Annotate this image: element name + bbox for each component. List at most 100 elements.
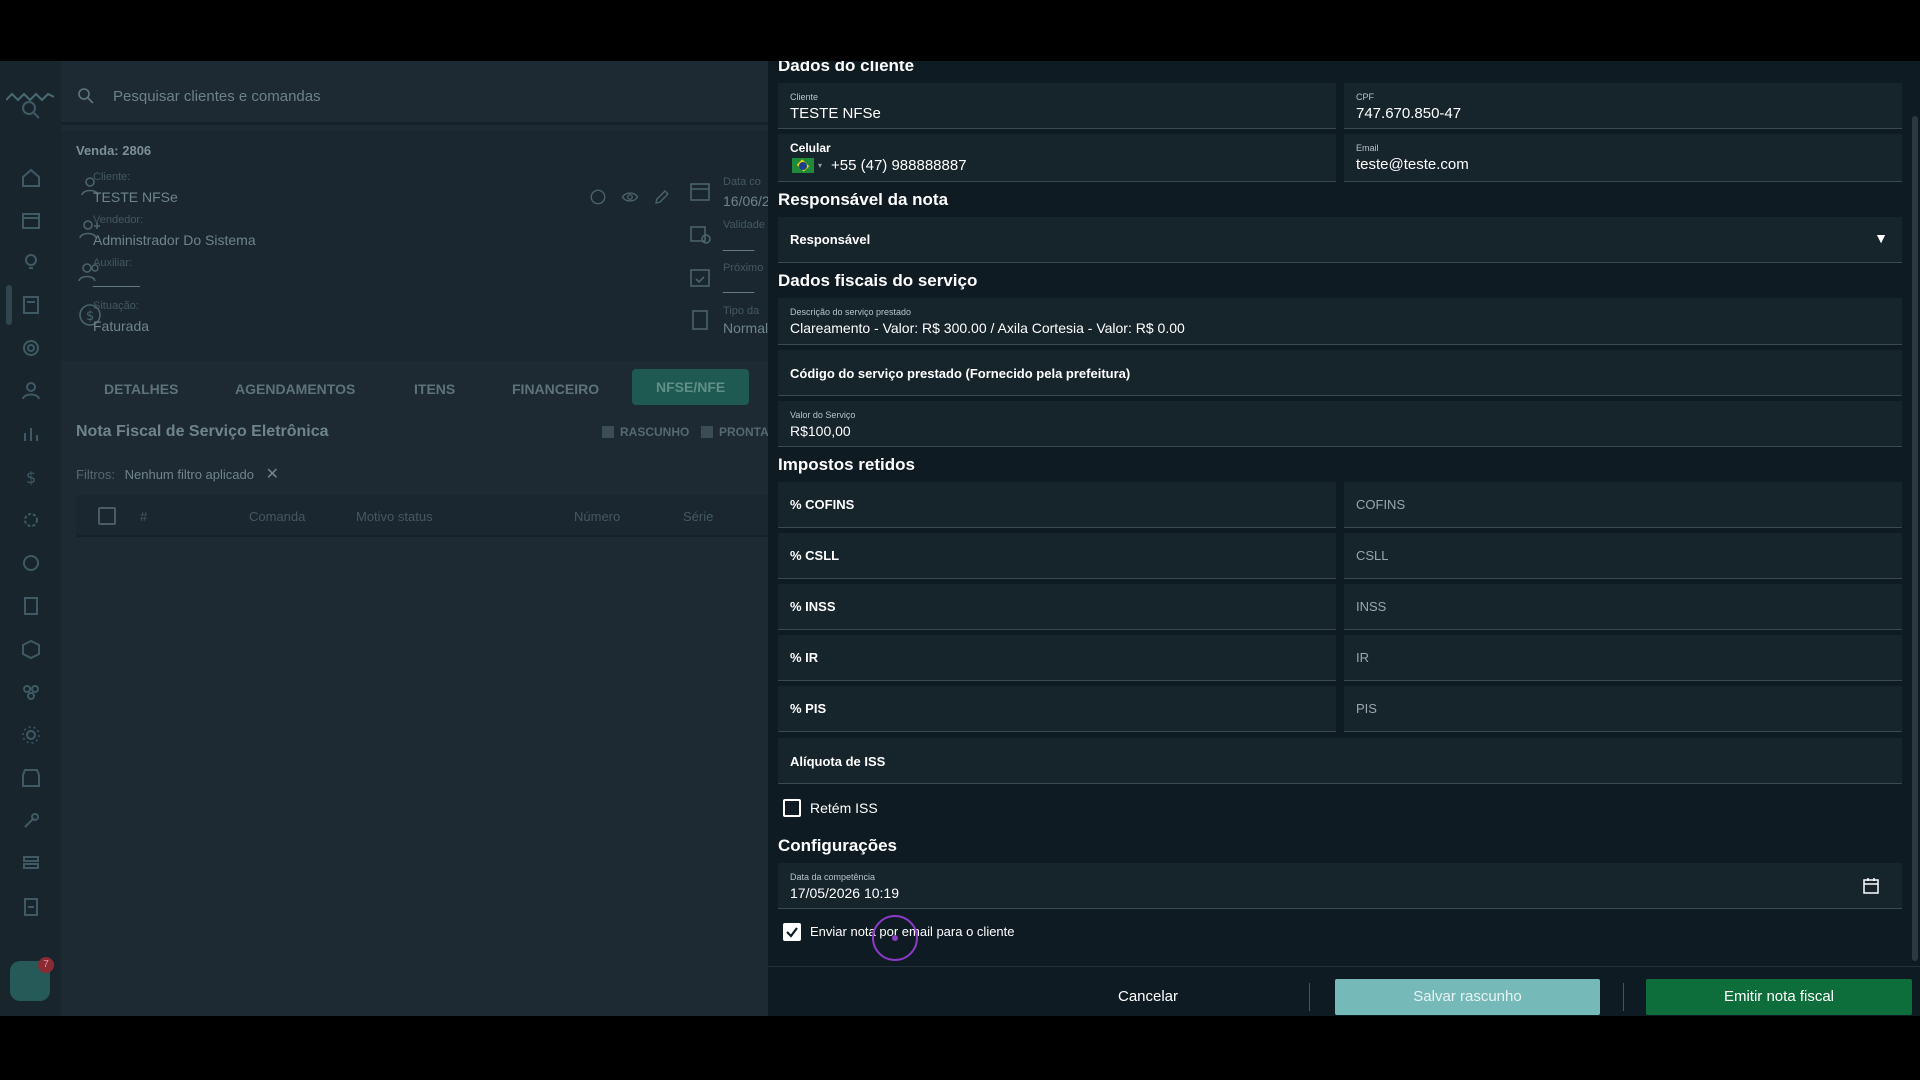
proximo-label: Próximo	[723, 262, 764, 274]
csll-percent-field[interactable]: % CSLL	[778, 533, 1336, 579]
iss-rate-field[interactable]: Alíquota de ISS	[778, 738, 1902, 784]
email-value: teste@teste.com	[1356, 156, 1469, 173]
cofins-value-label: COFINS	[1356, 497, 1406, 512]
tipo-value: Normal	[723, 320, 769, 336]
pis-percent-field[interactable]: % PIS	[778, 686, 1336, 732]
inss-value-field[interactable]: INSS	[1344, 584, 1902, 630]
select-all-checkbox[interactable]	[98, 507, 116, 525]
filters-bar: Filtros: Nenhum filtro aplicado ✕	[76, 464, 279, 484]
phone-value: +55 (47) 988888887	[831, 157, 967, 174]
tab-agendamentos[interactable]: AGENDAMENTOS	[235, 381, 355, 397]
chevron-down-icon[interactable]: ▼	[1874, 230, 1888, 246]
cog-icon[interactable]	[20, 724, 42, 746]
data-label: Data co	[723, 176, 761, 188]
retain-iss-checkbox[interactable]	[783, 799, 801, 817]
box-icon[interactable]	[20, 638, 42, 660]
search-input[interactable]: Pesquisar clientes e comandas	[113, 88, 321, 105]
email-label: Email	[1356, 143, 1379, 153]
target-icon[interactable]	[20, 337, 42, 359]
csll-value-field[interactable]: CSLL	[1344, 533, 1902, 579]
auxiliar-value: ______	[93, 271, 140, 287]
clear-filter-icon[interactable]: ✕	[266, 466, 279, 483]
validade-label: Validade	[723, 219, 765, 231]
inss-percent-field[interactable]: % INSS	[778, 584, 1336, 630]
ir-value-field[interactable]: IR	[1344, 635, 1902, 681]
tab-itens[interactable]: ITENS	[414, 381, 455, 397]
fiscal-section-title: Dados fiscais do serviço	[778, 271, 978, 290]
sidebar-active-indicator	[6, 285, 12, 325]
lightbulb-icon[interactable]	[20, 251, 42, 273]
service-value-label: Valor do Serviço	[790, 410, 856, 420]
brazil-flag-icon[interactable]	[792, 158, 814, 173]
ir-value-label: IR	[1356, 650, 1369, 665]
cliente-label: Cliente:	[93, 171, 131, 183]
calendar-clock-icon	[688, 222, 712, 246]
service-value-field[interactable]: Valor do Serviço R$100,00	[778, 401, 1902, 447]
situacao-label: Situação:	[93, 300, 139, 312]
coin-icon[interactable]	[20, 552, 42, 574]
dollar-icon[interactable]: $	[20, 466, 42, 488]
settings-gear-icon[interactable]	[20, 509, 42, 531]
emit-invoice-button[interactable]: Emitir nota fiscal	[1646, 979, 1912, 1015]
calendar-icon[interactable]	[1862, 877, 1880, 895]
service-code-field[interactable]: Código do serviço prestado (Fornecido pe…	[778, 350, 1902, 396]
sale-summary-card: Venda: 2806 Cliente: TESTE NFSe Vendedor…	[61, 131, 781, 361]
cursor-dot	[892, 935, 898, 941]
home-icon[interactable]	[20, 167, 42, 189]
cofins-percent-field[interactable]: % COFINS	[778, 482, 1336, 528]
client-label: Cliente	[790, 92, 819, 102]
service-value: R$100,00	[790, 423, 851, 439]
legend-ready-label: PRONTA	[719, 425, 769, 439]
cpf-field[interactable]: CPF 747.670.850-47	[1344, 83, 1902, 129]
email-field[interactable]: Email teste@teste.com	[1344, 134, 1902, 182]
calendar-icon[interactable]	[20, 209, 42, 231]
store-icon[interactable]	[20, 767, 42, 789]
responsible-select[interactable]: Responsável ▼	[778, 217, 1902, 263]
tab-nfse-nfe[interactable]: NFSE/NFE	[632, 369, 750, 405]
legend-draft-swatch	[602, 426, 614, 438]
file-arrow-icon[interactable]	[20, 896, 42, 918]
service-code-placeholder: Código do serviço prestado (Fornecido pe…	[790, 366, 1131, 381]
document-dollar-icon[interactable]	[20, 595, 42, 617]
iss-rate-label: Alíquota de ISS	[790, 754, 886, 769]
tab-financeiro[interactable]: FINANCEIRO	[512, 381, 599, 397]
edit-pencil-icon[interactable]	[653, 188, 671, 206]
sale-title: Venda: 2806	[76, 143, 152, 158]
filters-value: Nenhum filtro aplicado	[124, 467, 254, 482]
eye-icon[interactable]	[621, 188, 639, 206]
user-icon[interactable]	[20, 380, 42, 402]
list-title: Nota Fiscal de Serviço Eletrônica	[76, 423, 329, 440]
search-icon	[78, 88, 94, 104]
competence-date-field[interactable]: Data da competência 17/05/2026 10:19	[778, 863, 1902, 909]
vendedor-value: Administrador Do Sistema	[93, 232, 256, 248]
search-icon[interactable]	[20, 99, 42, 121]
tab-detalhes[interactable]: DETALHES	[104, 381, 178, 397]
footer-divider	[1309, 983, 1310, 1011]
client-value: TESTE NFSe	[790, 105, 881, 122]
legend-ready: PRONTA	[701, 425, 769, 439]
cofins-value-field[interactable]: COFINS	[1344, 482, 1902, 528]
network-icon[interactable]	[20, 681, 42, 703]
ir-percent-field[interactable]: % IR	[778, 635, 1336, 681]
tipo-label: Tipo da	[723, 305, 760, 317]
data-value: 16/06/2	[723, 193, 770, 209]
bar-chart-icon[interactable]	[20, 423, 42, 445]
scrollbar[interactable]	[1910, 61, 1920, 966]
whatsapp-icon[interactable]	[589, 188, 607, 206]
pis-value-field[interactable]: PIS	[1344, 686, 1902, 732]
send-email-checkbox[interactable]	[783, 923, 801, 941]
service-description-field[interactable]: Descrição do serviço prestado Clareament…	[778, 298, 1902, 345]
phone-field[interactable]: Celular ▾ +55 (47) 988888887	[778, 134, 1336, 182]
client-field[interactable]: Cliente TESTE NFSe	[778, 83, 1336, 129]
save-draft-button[interactable]: Salvar rascunho	[1335, 979, 1600, 1015]
sales-icon[interactable]	[20, 294, 42, 316]
cpf-label: CPF	[1356, 92, 1374, 102]
chevron-down-icon[interactable]: ▾	[818, 161, 822, 170]
wrench-icon[interactable]	[20, 810, 42, 832]
calendar-icon	[688, 179, 712, 203]
cancel-button[interactable]: Cancelar	[1048, 979, 1248, 1015]
column-header: Motivo status	[356, 509, 433, 524]
stack-icon[interactable]	[20, 853, 42, 875]
scrollbar-thumb[interactable]	[1912, 116, 1918, 961]
csll-percent-label: % CSLL	[790, 548, 840, 563]
